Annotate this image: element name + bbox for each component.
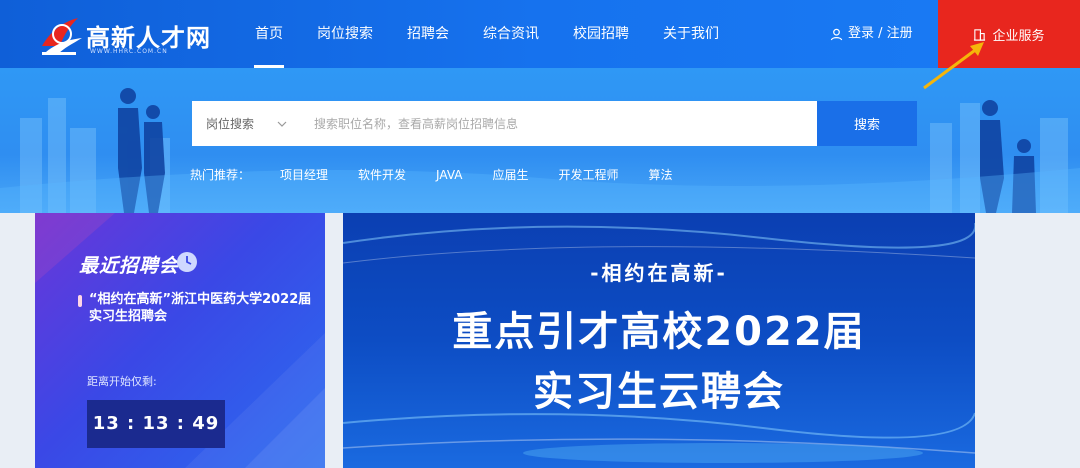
logo-subtext: WWW.HHRC.COM.CN bbox=[90, 48, 168, 55]
nav-job-fair[interactable]: 招聘会 bbox=[390, 0, 466, 68]
building-icon bbox=[974, 28, 986, 41]
hot-item[interactable]: 项目经理 bbox=[280, 166, 328, 183]
search-type-select[interactable]: 岗位搜索 bbox=[192, 101, 302, 146]
search-bar: 岗位搜索 bbox=[192, 101, 817, 146]
enterprise-service-button[interactable]: 企业服务 bbox=[938, 0, 1080, 68]
user-icon bbox=[830, 28, 843, 40]
bullet-icon bbox=[78, 295, 82, 307]
clock-icon bbox=[177, 252, 197, 272]
logo-mark-icon bbox=[42, 18, 82, 55]
hot-recommendations: 热门推荐： 项目经理 软件开发 JAVA 应届生 开发工程师 算法 bbox=[190, 166, 703, 183]
search-hero: 岗位搜索 搜索 热门推荐： 项目经理 软件开发 JAVA 应届生 开发工程师 算… bbox=[0, 68, 1080, 213]
nav-campus[interactable]: 校园招聘 bbox=[556, 0, 646, 68]
search-type-label: 岗位搜索 bbox=[206, 117, 255, 131]
search-input[interactable] bbox=[302, 101, 817, 146]
main-nav: 首页 岗位搜索 招聘会 综合资讯 校园招聘 关于我们 bbox=[238, 0, 736, 68]
nav-job-search[interactable]: 岗位搜索 bbox=[300, 0, 390, 68]
hot-item[interactable]: JAVA bbox=[436, 168, 462, 182]
search-button[interactable]: 搜索 bbox=[817, 101, 917, 146]
hot-label: 热门推荐： bbox=[190, 168, 251, 182]
promo-banner[interactable]: -相约在高新- 重点引才高校2022届 实习生云聘会 bbox=[343, 213, 975, 468]
recent-fair-title: 最近招聘会 bbox=[79, 255, 180, 277]
banner-subtitle: -相约在高新- bbox=[590, 261, 728, 285]
nav-about[interactable]: 关于我们 bbox=[646, 0, 736, 68]
hot-item[interactable]: 应届生 bbox=[492, 166, 528, 183]
top-header: 高新人才网 WWW.HHRC.COM.CN 首页 岗位搜索 招聘会 综合资讯 校… bbox=[0, 0, 1080, 68]
hot-item[interactable]: 开发工程师 bbox=[558, 166, 618, 183]
countdown-label: 距离开始仅剩: bbox=[87, 375, 157, 388]
nav-home[interactable]: 首页 bbox=[238, 0, 300, 68]
login-register-label: 登录 / 注册 bbox=[848, 26, 913, 41]
recent-job-fair-card[interactable]: 最近招聘会 “相约在高新”浙江中医药大学2022届实习生招聘会 距离开始仅剩: … bbox=[35, 213, 325, 468]
fair-name-link[interactable]: “相约在高新”浙江中医药大学2022届实习生招聘会 bbox=[89, 291, 319, 325]
site-logo[interactable]: 高新人才网 WWW.HHRC.COM.CN bbox=[36, 12, 216, 58]
chevron-down-icon bbox=[277, 121, 287, 127]
countdown-timer: 13 : 13 : 49 bbox=[87, 400, 225, 448]
enterprise-service-label: 企业服务 bbox=[992, 28, 1045, 44]
banner-title-line2: 实习生云聘会 bbox=[533, 369, 785, 415]
hot-item[interactable]: 软件开发 bbox=[358, 166, 406, 183]
nav-news[interactable]: 综合资讯 bbox=[466, 0, 556, 68]
login-register-link[interactable]: 登录 / 注册 bbox=[830, 0, 913, 68]
hot-item[interactable]: 算法 bbox=[649, 166, 673, 183]
banner-title-line1: 重点引才高校2022届 bbox=[452, 309, 866, 355]
